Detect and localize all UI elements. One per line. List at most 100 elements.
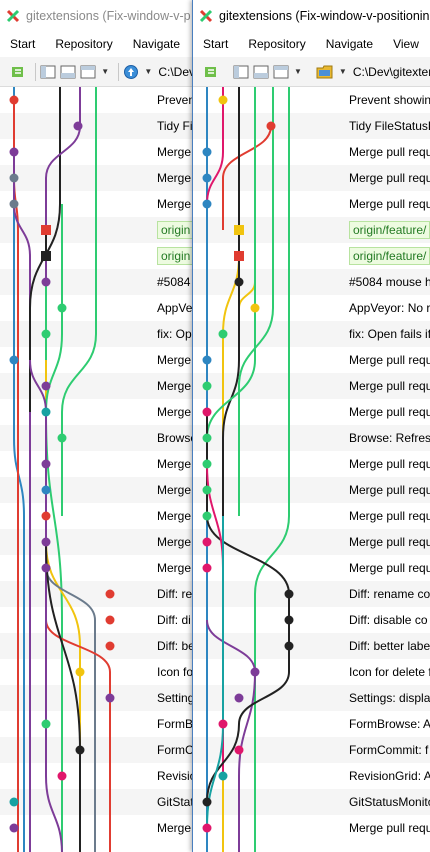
upload-dropdown-arrow-icon[interactable]: ▼	[144, 67, 152, 76]
graph-branch-line	[45, 438, 96, 852]
gitextensions-logo-icon	[199, 9, 213, 22]
refresh-icon[interactable]	[203, 63, 219, 81]
commit-node[interactable]	[202, 537, 212, 547]
commit-node[interactable]	[202, 823, 212, 833]
layout-dropdown-arrow-icon[interactable]: ▼	[294, 67, 302, 76]
commit-node[interactable]	[41, 537, 51, 547]
commit-node[interactable]	[284, 641, 294, 651]
graph-branch-line	[206, 87, 256, 439]
commit-node[interactable]	[9, 355, 19, 365]
commit-node[interactable]	[218, 95, 228, 105]
graph-branch-line	[206, 463, 224, 776]
commit-node[interactable]	[250, 667, 260, 677]
right-menu-repository[interactable]: Repository	[238, 37, 315, 51]
commit-node[interactable]	[234, 277, 244, 287]
commit-node[interactable]	[41, 277, 51, 287]
upload-icon[interactable]	[123, 63, 139, 81]
commit-node[interactable]	[9, 95, 19, 105]
layout-split-panel-icon[interactable]	[273, 63, 289, 81]
commit-node[interactable]	[57, 303, 67, 313]
commit-node[interactable]	[202, 511, 212, 521]
commit-node[interactable]	[234, 225, 244, 235]
left-menu-navigate[interactable]: Navigate	[123, 37, 190, 51]
layout-left-panel-icon[interactable]	[233, 63, 249, 81]
commit-node[interactable]	[41, 485, 51, 495]
commit-node[interactable]	[202, 563, 212, 573]
commit-node[interactable]	[234, 745, 244, 755]
commit-node[interactable]	[41, 719, 51, 729]
commit-node[interactable]	[75, 667, 85, 677]
left-menu-bar: Start Repository Navigate	[0, 31, 195, 57]
graph-branch-line	[206, 412, 290, 672]
commit-node[interactable]	[9, 823, 19, 833]
commit-node[interactable]	[202, 459, 212, 469]
commit-node[interactable]	[41, 563, 51, 573]
left-title-bar: gitextensions (Fix-window-v-p	[0, 0, 195, 31]
commit-node[interactable]	[202, 797, 212, 807]
layout-bottom-panel-icon[interactable]	[253, 63, 269, 81]
commit-node[interactable]	[9, 173, 19, 183]
commit-node[interactable]	[57, 433, 67, 443]
commit-node[interactable]	[57, 771, 67, 781]
commit-node[interactable]	[41, 225, 51, 235]
commit-node[interactable]	[284, 589, 294, 599]
commit-node[interactable]	[250, 303, 260, 313]
right-menu-bar: Start Repository Navigate View	[193, 31, 430, 57]
left-toolbar: ▼ ▼ C:\Dev	[0, 57, 195, 87]
commit-node[interactable]	[218, 771, 228, 781]
commit-node[interactable]	[75, 745, 85, 755]
commit-node[interactable]	[41, 511, 51, 521]
commit-node[interactable]	[9, 797, 19, 807]
commit-node[interactable]	[73, 121, 83, 131]
commit-node[interactable]	[41, 329, 51, 339]
layout-bottom-panel-icon[interactable]	[60, 63, 76, 81]
graph-branch-line	[222, 125, 272, 230]
right-menu-view[interactable]: View	[383, 37, 429, 51]
left-repository-path[interactable]: C:\Dev	[158, 65, 195, 79]
left-menu-start[interactable]: Start	[0, 37, 45, 51]
commit-node[interactable]	[202, 355, 212, 365]
commit-node[interactable]	[9, 147, 19, 157]
commit-node[interactable]	[9, 199, 19, 209]
commit-node[interactable]	[234, 693, 244, 703]
left-revision-grid[interactable]: Prevent Tidy Fi Merge Merge Merge origin origi…	[0, 87, 195, 852]
commit-node[interactable]	[105, 589, 115, 599]
folder-dropdown-arrow-icon[interactable]: ▼	[339, 67, 347, 76]
commit-node[interactable]	[202, 199, 212, 209]
commit-node[interactable]	[202, 381, 212, 391]
commit-node[interactable]	[105, 615, 115, 625]
commit-node[interactable]	[41, 459, 51, 469]
commit-node[interactable]	[105, 641, 115, 651]
commit-node[interactable]	[284, 615, 294, 625]
graph-branch-line	[206, 671, 290, 803]
graph-branch-line	[206, 87, 224, 205]
graph-branch-line	[61, 87, 97, 516]
right-window-title: gitextensions (Fix-window-v-positioning	[219, 8, 430, 23]
commit-node[interactable]	[202, 147, 212, 157]
commit-node[interactable]	[218, 719, 228, 729]
right-repository-path[interactable]: C:\Dev\gitexter	[353, 65, 430, 79]
folder-icon[interactable]	[316, 63, 334, 81]
graph-branch-line	[206, 619, 257, 852]
left-window-title: gitextensions (Fix-window-v-p	[26, 8, 191, 23]
commit-node[interactable]	[202, 485, 212, 495]
layout-dropdown-arrow-icon[interactable]: ▼	[101, 67, 109, 76]
right-menu-start[interactable]: Start	[193, 37, 238, 51]
layout-split-panel-icon[interactable]	[80, 63, 96, 81]
commit-node[interactable]	[41, 407, 51, 417]
commit-node[interactable]	[218, 329, 228, 339]
commit-node[interactable]	[41, 381, 51, 391]
right-menu-navigate[interactable]: Navigate	[316, 37, 383, 51]
commit-node[interactable]	[202, 173, 212, 183]
left-menu-repository[interactable]: Repository	[45, 37, 122, 51]
commit-node[interactable]	[202, 407, 212, 417]
layout-left-panel-icon[interactable]	[40, 63, 56, 81]
right-revision-grid[interactable]: Prevent showin Tidy FileStatusL Merge pull…	[193, 87, 430, 852]
graph-branch-line	[13, 152, 31, 852]
commit-node[interactable]	[266, 121, 276, 131]
commit-node[interactable]	[234, 251, 244, 261]
commit-node[interactable]	[202, 433, 212, 443]
commit-node[interactable]	[41, 251, 51, 261]
refresh-icon[interactable]	[10, 63, 26, 81]
commit-node[interactable]	[105, 693, 115, 703]
